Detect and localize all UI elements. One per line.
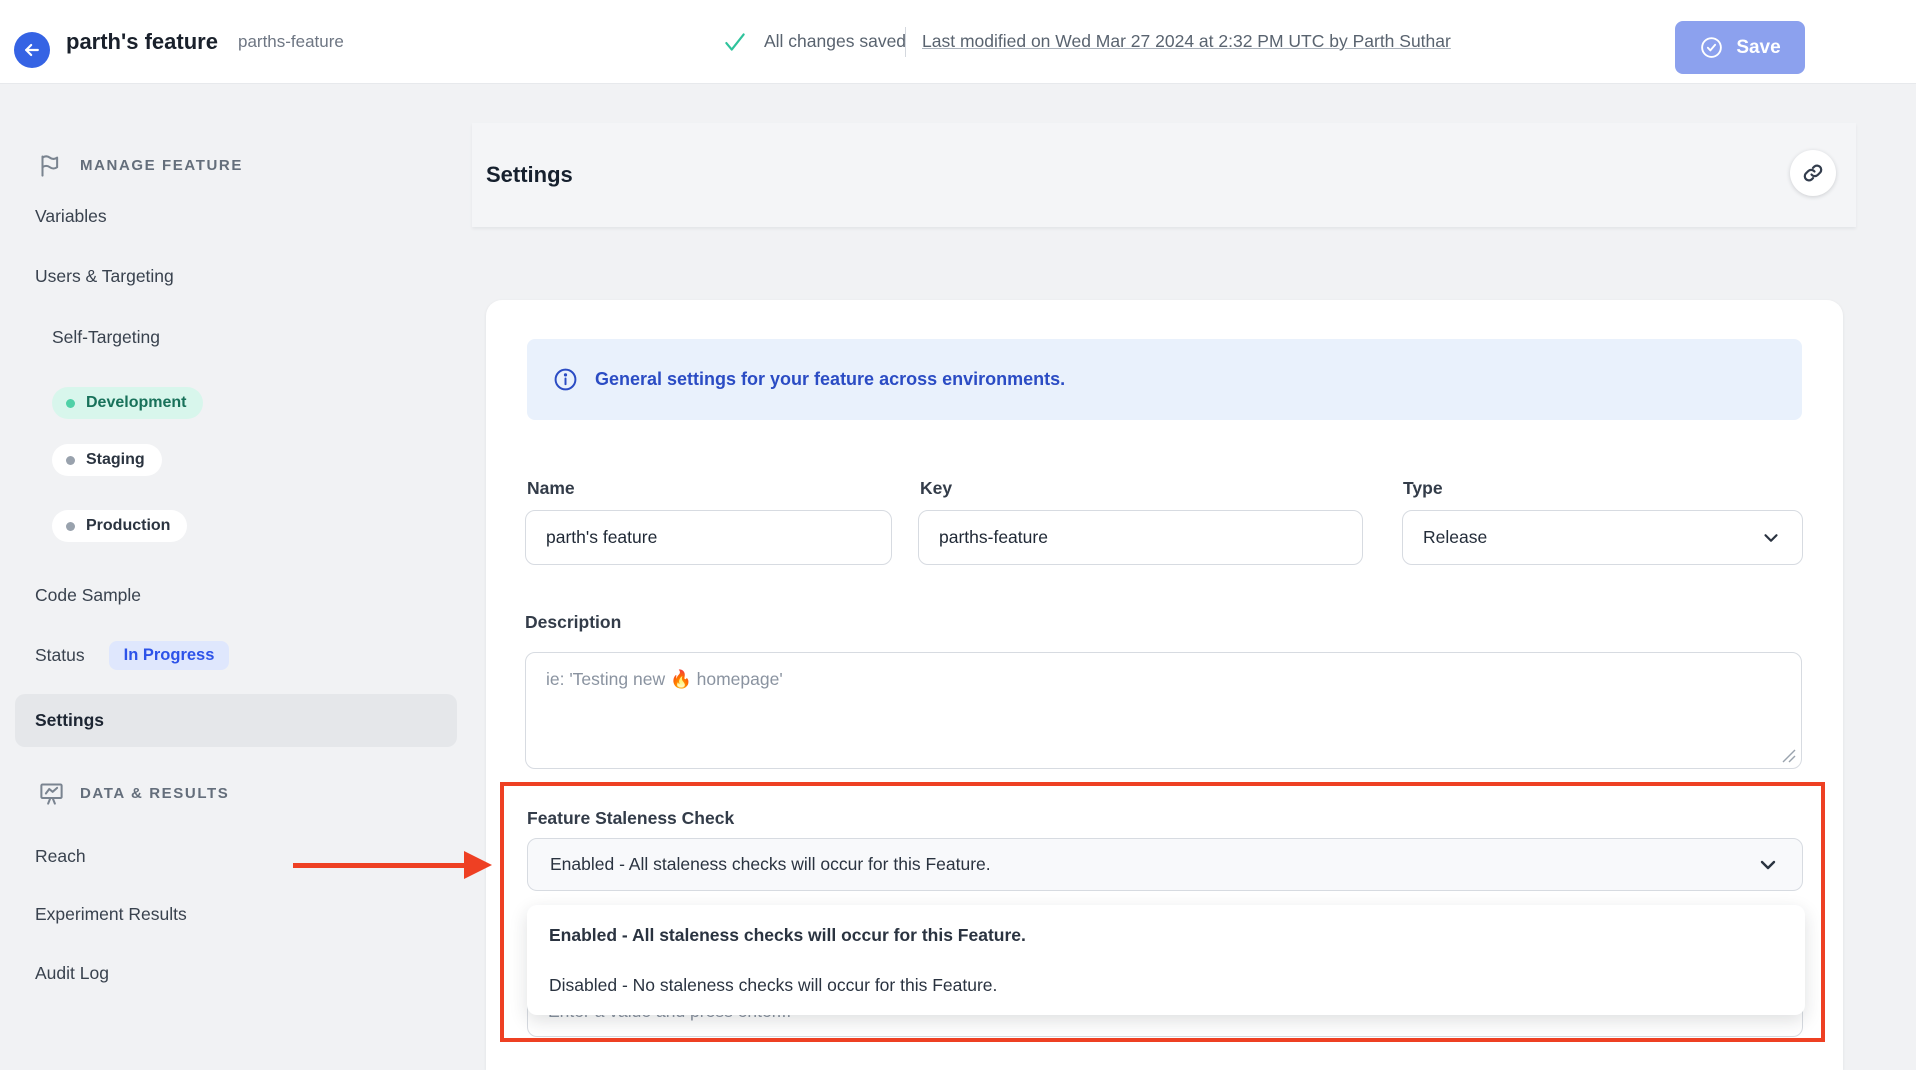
- last-modified-link[interactable]: Last modified on Wed Mar 27 2024 at 2:32…: [922, 0, 1451, 83]
- name-label: Name: [527, 478, 575, 499]
- feature-key: parths-feature: [238, 0, 344, 83]
- arrow-left-icon: [22, 40, 42, 60]
- description-textarea[interactable]: [525, 652, 1802, 769]
- check-circle-icon: [1699, 35, 1724, 60]
- staleness-select-value: Enabled - All staleness checks will occu…: [550, 854, 991, 875]
- sidebar-env-staging[interactable]: Staging: [52, 444, 162, 476]
- status-badge[interactable]: In Progress: [109, 641, 230, 670]
- chevron-down-icon: [1756, 853, 1780, 877]
- page-title: Settings: [486, 162, 573, 188]
- info-icon: [553, 367, 578, 392]
- env-label-staging: Staging: [86, 451, 145, 469]
- sidebar-settings-label: Settings: [35, 710, 104, 731]
- staleness-label: Feature Staleness Check: [527, 808, 734, 829]
- staleness-option-enabled[interactable]: Enabled - All staleness checks will occu…: [527, 910, 1805, 960]
- app-root: parth's feature parths-feature All chang…: [0, 0, 1916, 1070]
- sidebar-item-self-targeting[interactable]: Self-Targeting: [52, 327, 160, 348]
- chevron-down-icon: [1760, 527, 1782, 549]
- save-button[interactable]: Save: [1675, 21, 1805, 74]
- sidebar-item-variables[interactable]: Variables: [35, 206, 107, 227]
- save-status-text: All changes saved: [764, 31, 906, 52]
- env-dot-staging: [66, 456, 75, 465]
- type-select-value: Release: [1423, 527, 1487, 548]
- top-header: parth's feature parths-feature All chang…: [0, 0, 1916, 84]
- sidebar-item-reach[interactable]: Reach: [35, 846, 86, 867]
- feature-title: parth's feature: [66, 0, 218, 83]
- save-button-label: Save: [1736, 37, 1780, 59]
- env-dot-production: [66, 522, 75, 531]
- staleness-option-disabled[interactable]: Disabled - No staleness checks will occu…: [527, 960, 1805, 1010]
- check-icon: [722, 29, 748, 55]
- sidebar-item-settings[interactable]: Settings: [15, 694, 457, 747]
- staleness-dropdown: Enabled - All staleness checks will occu…: [527, 905, 1805, 1015]
- manage-feature-label: MANAGE FEATURE: [80, 157, 243, 174]
- key-input[interactable]: [918, 510, 1363, 565]
- env-label-development: Development: [86, 394, 186, 412]
- staleness-select[interactable]: Enabled - All staleness checks will occu…: [527, 838, 1803, 891]
- copy-link-button[interactable]: [1790, 150, 1836, 196]
- type-select[interactable]: Release: [1402, 510, 1803, 565]
- link-icon: [1801, 161, 1825, 185]
- chart-board-icon: [38, 780, 65, 807]
- sidebar-item-audit-log[interactable]: Audit Log: [35, 963, 109, 984]
- sidebar-item-code-sample[interactable]: Code Sample: [35, 585, 141, 606]
- annotation-arrow: [293, 863, 465, 868]
- sidebar-item-experiment-results[interactable]: Experiment Results: [35, 904, 187, 925]
- key-label: Key: [920, 478, 952, 499]
- sidebar-status-row: Status In Progress: [35, 641, 229, 670]
- description-label: Description: [525, 612, 621, 633]
- manage-feature-section-header: MANAGE FEATURE: [38, 152, 243, 179]
- sidebar-item-users-targeting[interactable]: Users & Targeting: [35, 266, 174, 287]
- info-banner-text: General settings for your feature across…: [595, 369, 1065, 390]
- back-button[interactable]: [14, 32, 50, 68]
- info-banner: General settings for your feature across…: [527, 339, 1802, 420]
- type-label: Type: [1403, 478, 1443, 499]
- save-status: All changes saved: [722, 0, 906, 83]
- data-results-section-header: DATA & RESULTS: [38, 780, 229, 807]
- status-label: Status: [35, 645, 85, 666]
- data-results-label: DATA & RESULTS: [80, 785, 229, 802]
- sidebar-env-development[interactable]: Development: [52, 387, 203, 419]
- env-dot-development: [66, 399, 75, 408]
- flag-icon: [38, 152, 65, 179]
- env-label-production: Production: [86, 517, 170, 535]
- settings-header-card: Settings: [472, 123, 1856, 227]
- name-input[interactable]: [525, 510, 892, 565]
- divider: [905, 27, 906, 57]
- sidebar-env-production[interactable]: Production: [52, 510, 187, 542]
